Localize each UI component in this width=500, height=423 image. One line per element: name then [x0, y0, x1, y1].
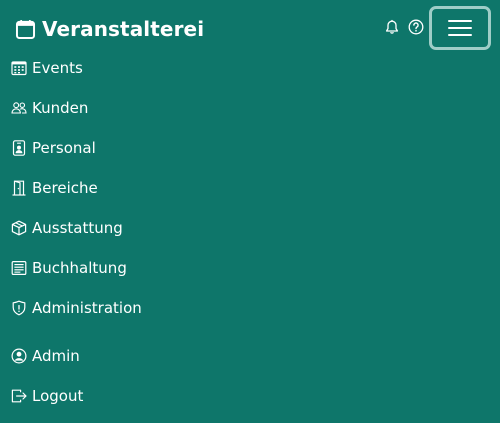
menu-item-administration[interactable]: Administration — [11, 296, 142, 320]
person-circle-icon — [11, 348, 27, 364]
ledger-icon — [11, 261, 27, 276]
hamburger-menu-icon — [448, 20, 472, 36]
menu-item-kunden[interactable]: Kunden — [11, 96, 88, 120]
calendar-grid-icon — [11, 61, 27, 76]
menu-item-personal[interactable]: Personal — [11, 136, 96, 160]
menu-item-buchhaltung[interactable]: Buchhaltung — [11, 256, 127, 280]
people-icon — [11, 102, 27, 114]
question-circle-icon[interactable] — [408, 19, 424, 35]
menu-toggle-button[interactable] — [429, 6, 491, 50]
menu-item-label: Bereiche — [32, 179, 98, 197]
brand-title: Veranstalterei — [42, 17, 205, 41]
menu-item-label: Administration — [32, 299, 142, 317]
menu-item-label: Personal — [32, 139, 96, 157]
menu-item-label: Kunden — [32, 99, 89, 117]
menu-item-bereiche[interactable]: Bereiche — [11, 176, 98, 200]
menu-item-ausstattung[interactable]: Ausstattung — [11, 216, 123, 240]
logout-icon — [11, 389, 27, 403]
menu-item-label: Events — [32, 59, 83, 77]
menu-item-label: Ausstattung — [32, 219, 123, 237]
brand-link[interactable]: Veranstalterei — [15, 15, 204, 43]
account-item-label: Logout — [32, 387, 84, 405]
top-bar: Veranstalterei — [0, 0, 500, 58]
menu-item-events[interactable]: Events — [11, 56, 83, 80]
account-item-logout[interactable]: Logout — [11, 384, 83, 408]
person-badge-icon — [12, 140, 26, 156]
account-item-admin[interactable]: Admin — [11, 344, 80, 368]
menu-item-label: Buchhaltung — [32, 259, 127, 277]
calendar-icon — [15, 19, 36, 39]
box-icon — [11, 220, 27, 236]
account-item-label: Admin — [32, 347, 80, 365]
door-icon — [12, 180, 26, 196]
shield-icon — [12, 300, 26, 316]
navigation-bar: Veranstalterei Events Kunden Personal Be… — [0, 0, 500, 423]
bell-icon[interactable] — [384, 19, 400, 35]
